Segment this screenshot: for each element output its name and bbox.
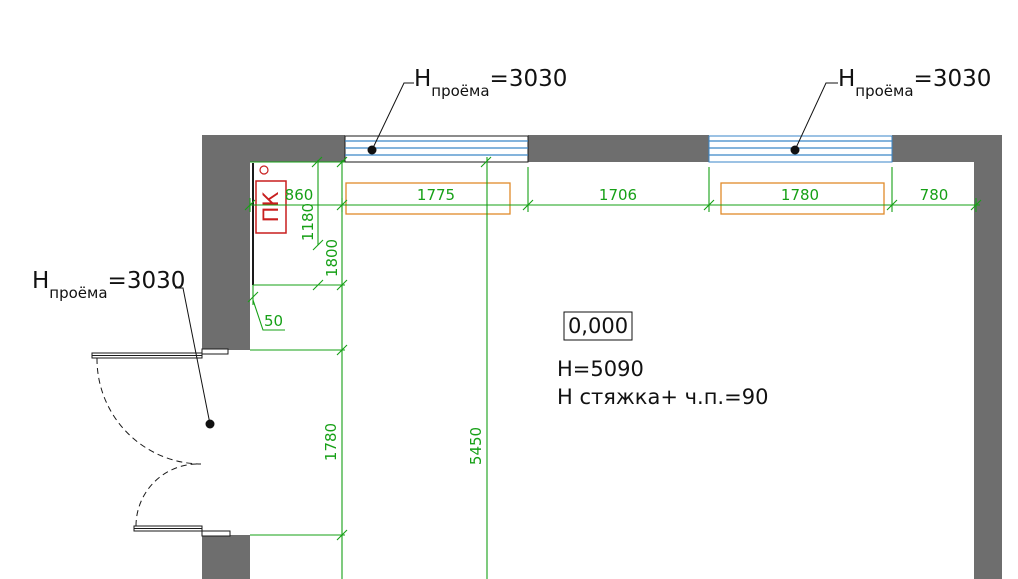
wall-left-upper xyxy=(202,135,250,350)
dim-1180: 1180 xyxy=(299,203,317,241)
floor-plan: ПК 860 1775 1706 1780 780 1180 1800 50 1… xyxy=(32,66,1002,579)
wall-left-lower xyxy=(202,535,250,579)
dim-50: 50 xyxy=(264,312,283,330)
wall-right xyxy=(974,135,1002,579)
leader-dot-door xyxy=(205,419,215,429)
leader-lines xyxy=(175,82,838,425)
door xyxy=(91,348,231,537)
dim-860: 860 xyxy=(285,186,314,204)
screed-height: H стяжка+ ч.п.=90 xyxy=(557,385,768,409)
opening-height-label-door: Hпроёма=3030 xyxy=(32,268,185,302)
dim-1780-top: 1780 xyxy=(781,186,819,204)
level-mark: 0,000 xyxy=(568,314,628,338)
dim-1780-left: 1780 xyxy=(322,423,340,461)
leader-dot-window-right xyxy=(790,145,800,155)
dim-1800: 1800 xyxy=(323,239,341,277)
opening-height-label-window-left: Hпроёма=3030 xyxy=(414,66,567,100)
fire-cabinet: ПК xyxy=(252,163,287,285)
room-height: H=5090 xyxy=(557,357,644,381)
leader-dot-window-left xyxy=(367,145,377,155)
dim-780: 780 xyxy=(920,186,949,204)
window-right xyxy=(708,135,893,163)
opening-height-label-window-right: Hпроёма=3030 xyxy=(838,66,991,100)
dim-1706: 1706 xyxy=(599,186,637,204)
dim-5450: 5450 xyxy=(467,427,485,465)
wall-top-middle-segment xyxy=(528,135,709,162)
fire-cabinet-label: ПК xyxy=(259,192,283,223)
dim-1775: 1775 xyxy=(417,186,455,204)
